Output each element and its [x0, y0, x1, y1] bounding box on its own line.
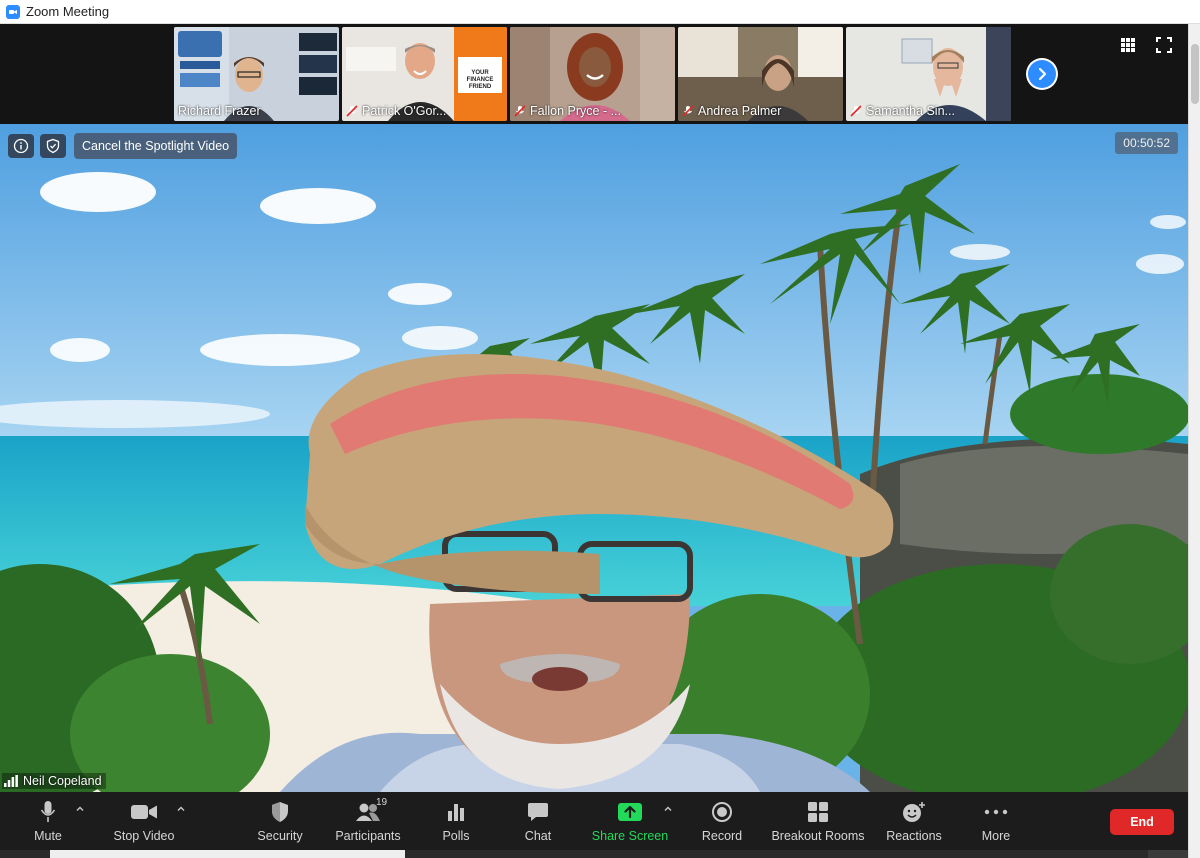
taskbar-segment	[50, 850, 405, 858]
end-meeting-button[interactable]: End	[1110, 809, 1174, 835]
window-scrollbar[interactable]	[1188, 24, 1200, 858]
zoom-window: Zoom Meeting Richard Frazer YOUR FINANCE…	[0, 0, 1200, 858]
participant-name: Fallon Pryce - ...	[514, 104, 621, 118]
cancel-spotlight-button[interactable]: Cancel the Spotlight Video	[74, 133, 238, 159]
participant-name: Richard Frazer	[178, 104, 261, 118]
mic-muted-icon	[682, 105, 694, 117]
emoji-reaction-icon	[903, 802, 925, 822]
taskbar-segment	[1148, 850, 1188, 858]
record-icon	[712, 802, 732, 822]
mute-button[interactable]: Mute	[28, 792, 68, 850]
participant-strip: Richard Frazer YOUR FINANCE FRIEND Patri…	[0, 24, 1188, 124]
breakout-rooms-button[interactable]: Breakout Rooms	[770, 792, 866, 850]
polls-button[interactable]: Polls	[436, 792, 476, 850]
participant-name: Andrea Palmer	[682, 104, 781, 118]
next-page-button[interactable]	[1026, 58, 1058, 90]
participant-tile[interactable]: Andrea Palmer	[678, 27, 843, 121]
more-dots-icon	[984, 809, 1008, 815]
window-title: Zoom Meeting	[26, 4, 110, 19]
fullscreen-icon[interactable]	[1156, 37, 1172, 53]
mic-muted-icon	[346, 105, 358, 117]
speaker-video-frame	[0, 124, 1188, 792]
participants-count: 19	[376, 797, 388, 808]
shield-icon	[46, 138, 60, 154]
participant-name: Patrick O'Gor...	[346, 104, 446, 118]
svg-text:YOUR: YOUR	[471, 70, 489, 76]
zoom-app-icon	[6, 4, 20, 19]
title-bar: Zoom Meeting	[0, 0, 1200, 24]
mic-muted-icon	[850, 105, 862, 117]
encryption-button[interactable]	[40, 134, 66, 158]
participant-tile[interactable]: Samantha Sin...	[846, 27, 1011, 121]
share-screen-button[interactable]: Share Screen	[590, 792, 670, 850]
scrollbar-thumb[interactable]	[1191, 44, 1199, 104]
video-options-caret-icon[interactable]	[176, 804, 186, 814]
more-button[interactable]: More	[976, 792, 1016, 850]
participant-tile[interactable]: YOUR FINANCE FRIEND Patrick O'Gor...	[342, 27, 507, 121]
participant-tile[interactable]: Richard Frazer	[174, 27, 339, 121]
share-screen-icon	[618, 803, 642, 821]
audio-options-caret-icon[interactable]	[75, 804, 85, 814]
breakout-rooms-icon	[808, 802, 828, 822]
meeting-info-button[interactable]	[8, 134, 34, 158]
video-camera-icon	[131, 805, 157, 819]
participant-name: Samantha Sin...	[850, 104, 955, 118]
polls-chart-icon	[448, 804, 464, 821]
microphone-icon	[40, 801, 56, 822]
chat-button[interactable]: Chat	[518, 792, 558, 850]
grid-icon[interactable]	[1120, 37, 1136, 53]
info-icon	[13, 138, 29, 154]
taskbar-strip	[0, 850, 1188, 858]
signal-bars-icon	[4, 775, 18, 787]
meeting-toolbar: Mute Stop Video Security 19 Participants	[0, 792, 1188, 850]
participants-button[interactable]: 19 Participants	[330, 792, 406, 850]
svg-text:FRIEND: FRIEND	[469, 84, 492, 90]
speaker-label: Neil Copeland	[2, 773, 106, 789]
speaker-name: Neil Copeland	[23, 774, 102, 788]
reactions-button[interactable]: Reactions	[884, 792, 944, 850]
meeting-timer: 00:50:52	[1115, 132, 1178, 154]
security-button[interactable]: Security	[254, 792, 306, 850]
svg-text:FINANCE: FINANCE	[467, 77, 494, 83]
spotlight-video: Cancel the Spotlight Video 00:50:52 Neil…	[0, 124, 1188, 792]
stop-video-button[interactable]: Stop Video	[108, 792, 180, 850]
shield-icon	[272, 802, 288, 822]
chevron-right-icon	[1038, 67, 1047, 81]
share-options-caret-icon[interactable]	[663, 804, 673, 814]
mic-muted-icon	[514, 105, 526, 117]
chat-bubble-icon	[528, 803, 548, 821]
record-button[interactable]: Record	[700, 792, 744, 850]
participant-tile[interactable]: Fallon Pryce - ...	[510, 27, 675, 121]
